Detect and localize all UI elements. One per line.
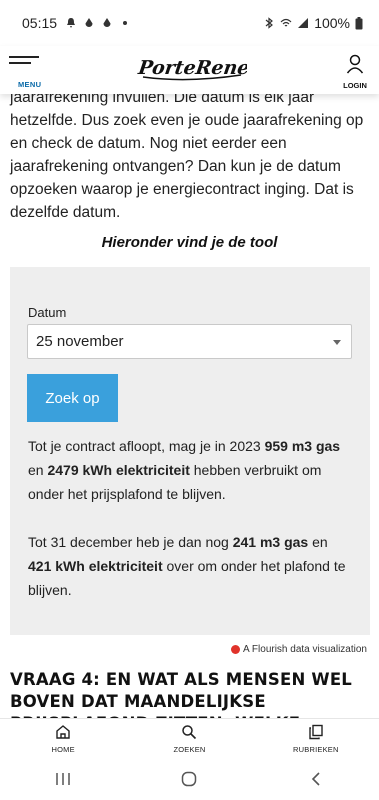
- zoek-op-button[interactable]: Zoek op: [27, 374, 118, 422]
- home-icon: [56, 725, 70, 739]
- gas-amount: 959 m3 gas: [264, 438, 341, 454]
- back-button[interactable]: [301, 769, 331, 789]
- top-nav: MENU PorteRenee LOGIN: [0, 46, 379, 94]
- electricity-remaining: 421 kWh elektriciteit: [28, 558, 163, 574]
- hamburger-icon: [9, 56, 39, 58]
- status-time: 05:15: [22, 15, 58, 31]
- alarm-icon: [67, 18, 76, 28]
- gas-remaining: 241 m3 gas: [232, 534, 309, 550]
- article-content: jaarafrekening invullen. Die datum is el…: [0, 94, 379, 718]
- porterenee-logo[interactable]: PorteRenee: [137, 50, 247, 86]
- bluetooth-icon: [265, 17, 274, 29]
- datum-select[interactable]: 25 november: [27, 324, 352, 359]
- result-contract: Tot je contract afloopt, mag je in 2023 …: [28, 438, 341, 502]
- copy-icon: [309, 724, 323, 740]
- article-paragraph: jaarafrekening invullen. Die datum is el…: [10, 94, 364, 221]
- search-icon: [182, 725, 197, 740]
- recent-apps-button[interactable]: [48, 769, 78, 789]
- back-icon: [311, 772, 320, 786]
- dot-icon: [123, 21, 128, 25]
- flourish-credit-link[interactable]: A Flourish data visualization: [231, 644, 367, 655]
- drop-icon: [85, 18, 93, 27]
- nav-rubrieken[interactable]: RUBRIEKEN: [253, 719, 379, 758]
- nav-home[interactable]: HOME: [0, 719, 126, 758]
- home-system-button[interactable]: [174, 769, 204, 789]
- notification-icons: [65, 17, 131, 29]
- battery-icon: [355, 16, 363, 29]
- home-circle-icon: [182, 771, 197, 787]
- nav-rubrieken-label: RUBRIEKEN: [293, 745, 339, 754]
- datum-value: 25 november: [36, 333, 124, 350]
- battery-text: 100%: [314, 15, 350, 31]
- system-nav-bar: [0, 758, 379, 800]
- nav-search-label: ZOEKEN: [173, 745, 206, 754]
- menu-button[interactable]: MENU: [9, 56, 41, 89]
- svg-text:PorteRenee: PorteRenee: [137, 56, 247, 79]
- section-heading: VRAAG 4: EN WAT ALS MENSEN WEL BOVEN DAT…: [10, 670, 353, 718]
- signal-icon: [298, 18, 309, 28]
- electricity-amount: 2479 kWh elektriciteit: [47, 462, 190, 478]
- drop-icon-2: [103, 18, 111, 27]
- wifi-icon: [280, 18, 292, 27]
- user-icon: [346, 54, 364, 74]
- result-december: Tot 31 december heb je dan nog 241 m3 ga…: [28, 534, 346, 598]
- dropdown-arrow-icon: [333, 340, 341, 345]
- bottom-nav: HOME ZOEKEN RUBRIEKEN: [0, 718, 379, 758]
- status-bar: 05:15 100%: [0, 0, 379, 46]
- nav-search[interactable]: ZOEKEN: [126, 719, 252, 758]
- flourish-credit: A Flourish data visualization: [243, 644, 367, 655]
- login-button[interactable]: LOGIN: [341, 52, 369, 90]
- login-label: LOGIN: [343, 81, 367, 90]
- flourish-icon: [231, 645, 241, 654]
- tool-heading: Hieronder vind je de tool: [101, 234, 278, 251]
- recent-apps-icon: [56, 773, 70, 785]
- datum-label: Datum: [28, 305, 67, 320]
- nav-home-label: HOME: [51, 745, 75, 754]
- menu-label: MENU: [18, 80, 42, 89]
- status-right: 100%: [263, 15, 363, 31]
- flourish-tool: Datum 25 november Zoek op Tot je contrac…: [10, 267, 370, 635]
